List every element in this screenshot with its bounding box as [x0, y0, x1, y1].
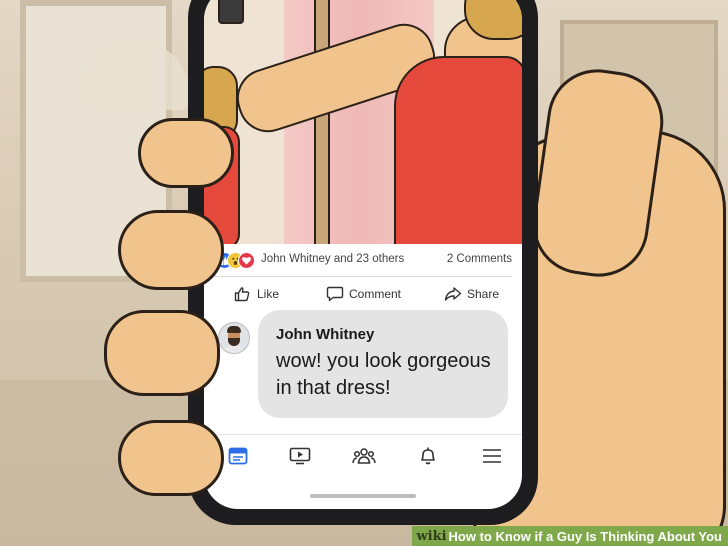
hand-finger	[118, 210, 224, 290]
photo-woman-dress	[394, 56, 522, 244]
comment-text: wow! you look gorgeous in that dress!	[276, 350, 491, 399]
comment-bubble[interactable]: John Whitney wow! you look gorgeous in t…	[258, 310, 508, 418]
reactors-text[interactable]: John Whitney and 23 others	[261, 253, 404, 265]
photo-mirror-frame	[314, 0, 330, 244]
phone-screen: John Whitney and 23 others 2 Comments Li…	[204, 0, 522, 509]
bottom-nav	[204, 434, 522, 475]
phone: John Whitney and 23 others 2 Comments Li…	[188, 0, 538, 525]
comment: John Whitney wow! you look gorgeous in t…	[204, 310, 522, 426]
love-reaction-icon	[238, 252, 255, 269]
avatar-hair	[227, 326, 241, 333]
news-feed-icon[interactable]	[226, 445, 250, 467]
comments-count[interactable]: 2 Comments	[447, 253, 512, 265]
illustration-scene: John Whitney and 23 others 2 Comments Li…	[0, 0, 728, 546]
reactions-bar: John Whitney and 23 others 2 Comments	[204, 244, 522, 276]
comment-author[interactable]: John Whitney	[276, 326, 374, 343]
groups-icon[interactable]	[352, 445, 376, 467]
speech-bubble-icon	[326, 286, 344, 302]
share-arrow-icon	[444, 286, 462, 302]
caption-title: How to Know if a Guy Is Thinking About Y…	[448, 528, 722, 544]
wiki-logo: wiki	[416, 528, 447, 544]
hand-finger	[138, 118, 234, 188]
notifications-icon[interactable]	[416, 445, 440, 467]
share-button[interactable]: Share	[444, 284, 499, 304]
divider	[214, 276, 512, 277]
like-label: Like	[257, 287, 280, 301]
photo-held-phone	[218, 0, 244, 24]
post-photo[interactable]	[204, 0, 522, 244]
home-indicator[interactable]	[310, 494, 416, 498]
like-button[interactable]: Like	[234, 284, 279, 304]
comment-label: Comment	[349, 287, 402, 301]
share-label: Share	[467, 287, 500, 301]
comment-button[interactable]: Comment	[326, 284, 401, 304]
post-actions: Like Comment Share	[204, 278, 522, 310]
avatar-body	[223, 345, 245, 353]
caption-banner: wiki How to Know if a Guy Is Thinking Ab…	[412, 526, 728, 546]
hand-finger	[104, 310, 220, 396]
menu-icon[interactable]	[480, 445, 504, 467]
avatar[interactable]	[218, 322, 250, 354]
thumbs-up-icon	[234, 286, 252, 302]
watch-icon[interactable]	[288, 445, 312, 467]
hand-finger	[118, 420, 224, 496]
